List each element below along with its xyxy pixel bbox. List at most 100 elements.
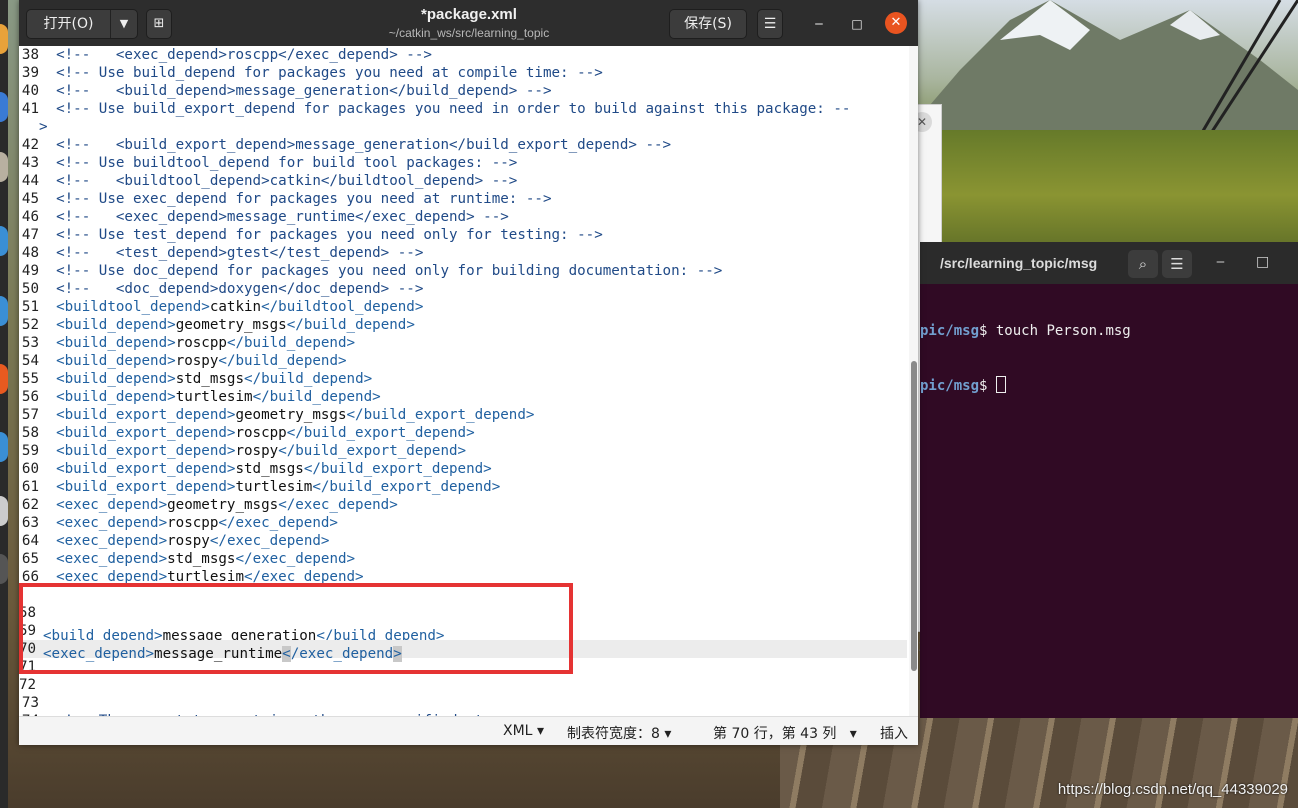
code-line[interactable]: 49 <!-- Use doc_depend for packages you … [19, 262, 907, 280]
code-line[interactable]: 39 <!-- Use build_depend for packages yo… [19, 64, 907, 82]
code-line[interactable]: 50 <!-- <doc_depend>doxygen</doc_depend>… [19, 280, 907, 298]
code-line[interactable]: 44 <!-- <buildtool_depend>catkin</buildt… [19, 172, 907, 190]
line-text: <!-- <buildtool_depend>catkin</buildtool… [39, 173, 518, 189]
hamburger-menu-icon[interactable]: ☰ [757, 9, 783, 39]
line-number: 46 [21, 209, 39, 225]
line-text: <!-- <build_export_depend>message_genera… [39, 137, 672, 153]
line-text: <build_depend>geometry_msgs</build_depen… [39, 316, 415, 334]
xml-text: roscpp [175, 335, 227, 351]
code-line[interactable]: 65 <exec_depend>std_msgs</exec_depend> [19, 550, 907, 568]
xml-text: roscpp [167, 515, 219, 531]
xml-text: std_msgs [167, 551, 236, 567]
code-line[interactable]: 46 <!-- <exec_depend>message_runtime</ex… [19, 208, 907, 226]
code-line[interactable]: 61 <build_export_depend>turtlesim</build… [19, 478, 907, 496]
xml-text: geometry_msgs [175, 317, 287, 333]
tab-width-label: 制表符宽度：8 [567, 726, 660, 742]
line-number: 63 [21, 515, 39, 531]
code-line[interactable]: 40 <!-- <build_depend>message_generation… [19, 82, 907, 100]
dock-thunderbird-icon[interactable] [0, 92, 8, 122]
chevron-down-icon[interactable]: ▼ [111, 10, 137, 38]
language-selector[interactable]: XML ▾ [503, 723, 544, 739]
maximize-icon[interactable]: □ [847, 14, 867, 34]
terminal-menu-icon[interactable]: ☰ [1162, 250, 1192, 278]
line-text: <buildtool_depend>catkin</buildtool_depe… [39, 298, 423, 316]
line-number: 41 [21, 101, 39, 117]
terminal-prompt: $ [979, 323, 996, 339]
new-tab-icon[interactable]: ⊞ [146, 9, 172, 39]
code-line[interactable]: 52 <build_depend>geometry_msgs</build_de… [19, 316, 907, 334]
code-line[interactable]: 59 <build_export_depend>rospy</build_exp… [19, 442, 907, 460]
line-text: <build_depend>roscpp</build_depend> [39, 334, 355, 352]
code-line[interactable]: 42 <!-- <build_export_depend>message_gen… [19, 136, 907, 154]
terminal-search-icon[interactable]: ⌕ [1128, 250, 1158, 278]
xml-text: turtlesim [175, 389, 253, 405]
tab-width-selector[interactable]: 制表符宽度：8 ▾ [567, 723, 671, 743]
vertical-scrollbar[interactable] [909, 46, 918, 716]
code-line[interactable]: 43 <!-- Use buildtool_depend for build t… [19, 154, 907, 172]
code-line[interactable]: > [19, 118, 907, 136]
line-number: 38 [21, 47, 39, 63]
line-number: 45 [21, 191, 39, 207]
close-icon[interactable]: ✕ [885, 12, 907, 34]
xml-open-tag: <build_export_depend> [56, 425, 236, 441]
dock-firefox-icon[interactable] [0, 24, 8, 54]
code-line[interactable]: 53 <build_depend>roscpp</build_depend> [19, 334, 907, 352]
line-number: 62 [21, 497, 39, 513]
xml-close-tag: </build_export_depend> [303, 461, 492, 477]
minimize-icon[interactable]: ‒ [809, 14, 829, 34]
open-button-group[interactable]: 打开(O) ▼ [26, 9, 138, 39]
save-button[interactable]: 保存(S) [669, 9, 747, 39]
code-line[interactable]: 54 <build_depend>rospy</build_depend> [19, 352, 907, 370]
code-line[interactable]: 64 <exec_depend>rospy</exec_depend> [19, 532, 907, 550]
terminal-maximize-icon[interactable]: □ [1256, 254, 1269, 270]
scrollbar-thumb[interactable] [911, 361, 917, 671]
xml-open-tag: <build_depend> [56, 371, 176, 387]
code-line[interactable]: 60 <build_export_depend>std_msgs</build_… [19, 460, 907, 478]
dock-files-icon[interactable] [0, 152, 8, 182]
dock-software-icon[interactable] [0, 364, 8, 394]
code-line[interactable]: 58 <build_export_depend>roscpp</build_ex… [19, 424, 907, 442]
code-line[interactable]: 72 [19, 676, 907, 694]
insert-mode-indicator[interactable]: 插入 [880, 723, 908, 743]
open-button[interactable]: 打开(O) [27, 10, 111, 38]
xml-text: std_msgs [235, 461, 304, 477]
code-line[interactable]: 55 <build_depend>std_msgs</build_depend> [19, 370, 907, 388]
line-text: <build_depend>rospy</build_depend> [39, 352, 346, 370]
terminal-output[interactable]: pic/msg$ touch Person.msg pic/msg$ [920, 286, 1298, 431]
line-text: <build_depend>turtlesim</build_depend> [39, 388, 381, 406]
chevron-down-icon: ▾ [536, 723, 544, 739]
code-line[interactable]: 41 <!-- Use build_export_depend for pack… [19, 100, 907, 118]
code-line[interactable]: 62 <exec_depend>geometry_msgs</exec_depe… [19, 496, 907, 514]
code-line[interactable]: 47 <!-- Use test_depend for packages you… [19, 226, 907, 244]
line-number: 51 [21, 299, 39, 315]
xml-open-tag: <exec_depend> [56, 533, 168, 549]
line-number: 42 [21, 137, 39, 153]
code-line[interactable]: 56 <build_depend>turtlesim</build_depend… [19, 388, 907, 406]
line-number: 61 [21, 479, 39, 495]
cursor-position-selector[interactable]: 第 70 行，第 43 列 ▾ [713, 723, 857, 743]
code-line[interactable]: 63 <exec_depend>roscpp</exec_depend> [19, 514, 907, 532]
code-line[interactable]: 38 <!-- <exec_depend>roscpp</exec_depend… [19, 46, 907, 64]
line-text: <exec_depend>roscpp</exec_depend> [39, 514, 338, 532]
dock-amazon-icon[interactable] [0, 496, 8, 526]
xml-close-tag: </build_depend> [286, 317, 415, 333]
xml-open-tag: <build_export_depend> [56, 407, 236, 423]
terminal-minimize-icon[interactable]: ‒ [1216, 254, 1225, 270]
line-text: <!-- <exec_depend>roscpp</exec_depend> -… [39, 47, 432, 63]
xml-text: roscpp [235, 425, 287, 441]
xml-close-tag: </exec_depend> [218, 515, 338, 531]
code-line[interactable]: 51 <buildtool_depend>catkin</buildtool_d… [19, 298, 907, 316]
dock-music-icon[interactable] [0, 226, 8, 256]
dock-help-icon[interactable] [0, 432, 8, 462]
code-line[interactable]: 73 [19, 694, 907, 712]
code-line[interactable]: 48 <!-- <test_depend>gtest</test_depend>… [19, 244, 907, 262]
dock-libreoffice-icon[interactable] [0, 296, 8, 326]
dock-terminal-icon[interactable] [0, 554, 8, 584]
code-line[interactable]: 45 <!-- Use exec_depend for packages you… [19, 190, 907, 208]
terminal-window[interactable]: /src/learning_topic/msg ⌕ ☰ ‒ □ pic/msg$… [920, 242, 1298, 718]
line-text: <exec_depend>rospy</exec_depend> [39, 532, 329, 550]
code-line[interactable]: 57 <build_export_depend>geometry_msgs</b… [19, 406, 907, 424]
line-text: <build_depend>std_msgs</build_depend> [39, 370, 372, 388]
